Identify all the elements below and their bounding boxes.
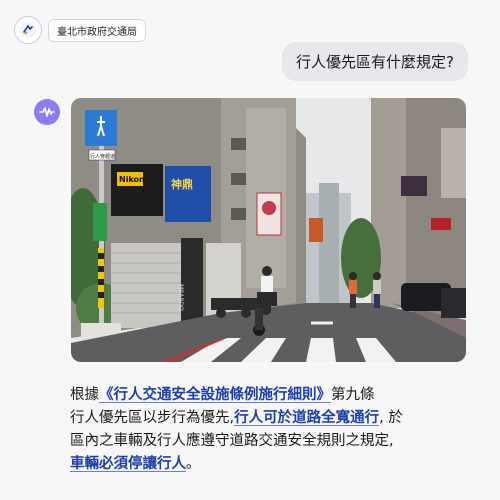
answer-prefix: 根據 <box>70 387 99 403</box>
roller-door-text: MBARDO <box>177 284 184 311</box>
answer-article: 第九條 <box>331 387 375 403</box>
answer-line3: 區內之車輛及行人應遵守道路交通安全規則之規定, <box>70 433 394 449</box>
street-photo: MBARDO Nikon 神鼎 行人穿越道 <box>71 98 466 362</box>
shop-sign-text: 神鼎 <box>171 177 193 191</box>
answer-line2: 行人優先區以步行為優先, <box>70 410 235 426</box>
full-width-rule-highlight: 行人可於道路全寬通行 <box>234 410 380 426</box>
taipei-dot-logo-icon <box>14 16 42 44</box>
waveform-icon <box>34 99 60 125</box>
user-message-bubble: 行人優先區有什麼規定? <box>282 42 468 81</box>
bot-answer-text: 根據《行人交通安全設施條例施行細則》第九條 行人優先區以步行為優先,行人可於道路… <box>70 384 470 476</box>
regulation-link[interactable]: 《行人交通安全設施條例施行細則》 <box>99 387 331 403</box>
yield-rule-highlight: 車輛必須停讓行人 <box>70 456 186 472</box>
answer-end: 。 <box>186 456 201 472</box>
crossing-sign-text: 行人穿越道 <box>90 153 115 160</box>
org-header: 臺北市政府交通局 <box>14 16 146 44</box>
answer-line2-suffix: , 於 <box>379 410 403 426</box>
nikon-sign-text: Nikon <box>119 175 145 184</box>
org-name: 臺北市政府交通局 <box>48 18 146 42</box>
